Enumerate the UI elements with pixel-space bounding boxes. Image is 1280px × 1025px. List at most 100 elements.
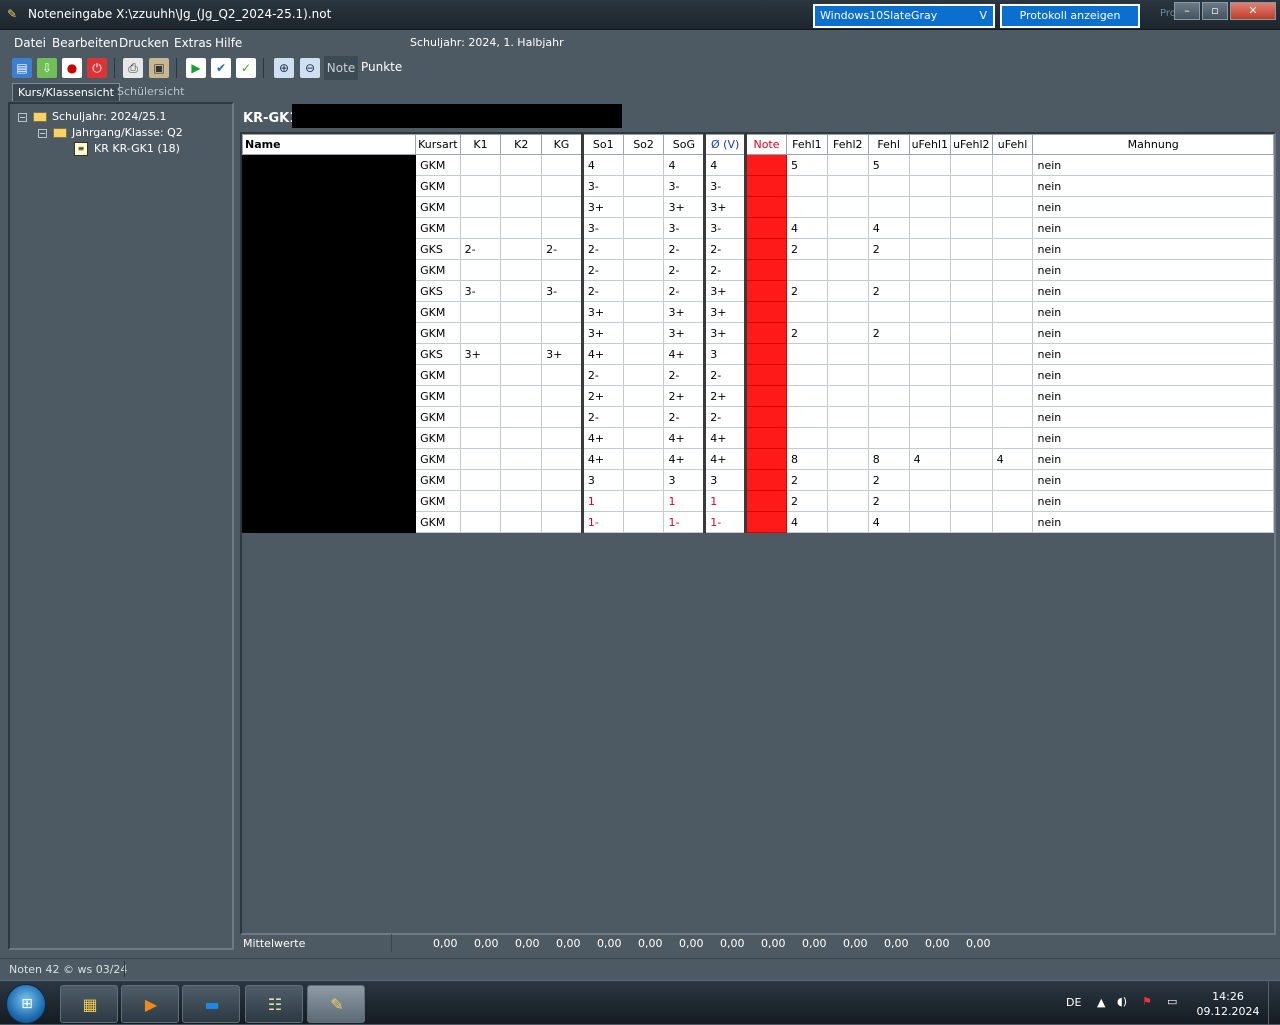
grade-cell[interactable] [826,196,869,218]
grade-cell[interactable] [908,511,952,533]
grade-cell[interactable] [622,259,665,281]
grade-cell[interactable] [500,385,543,407]
grade-cell[interactable] [744,427,787,449]
grade-cell[interactable]: nein [1032,385,1274,407]
grade-cell[interactable]: 2 [785,469,828,491]
grade-cell[interactable] [622,469,665,491]
grade-cell[interactable] [950,511,993,533]
grade-cell[interactable] [991,511,1034,533]
grade-cell[interactable]: GKM [415,427,461,449]
grade-cell[interactable] [950,217,993,239]
grade-cell[interactable]: 4 [663,154,706,176]
grade-cell[interactable]: 3- [703,217,747,239]
grade-cell[interactable] [950,385,993,407]
grade-cell[interactable] [867,301,910,323]
grade-cell[interactable]: 2+ [663,385,706,407]
grade-cell[interactable] [459,406,502,428]
grade-cell[interactable]: 3+ [580,196,624,218]
grade-cell[interactable] [950,490,993,512]
taskbar-spreadsheet[interactable]: ☷ [245,985,303,1023]
grade-cell[interactable] [744,196,787,218]
print-preview-icon[interactable]: ▣ [149,58,169,78]
grade-cell[interactable] [541,175,583,197]
grade-cell[interactable] [991,364,1034,386]
grade-cell[interactable]: 3+ [703,196,747,218]
grade-cell[interactable] [500,175,543,197]
column-header[interactable]: uFehl2 [950,134,993,155]
grade-cell[interactable] [541,217,583,239]
check-blue-icon[interactable]: ✔ [211,58,231,78]
grade-cell[interactable] [826,406,869,428]
grade-cell[interactable] [500,196,543,218]
grade-cell[interactable]: 1- [703,511,747,533]
grade-cell[interactable] [826,154,869,176]
grade-cell[interactable] [744,259,787,281]
grade-cell[interactable] [541,427,583,449]
grade-cell[interactable]: GKM [415,364,461,386]
column-header[interactable]: K2 [500,134,543,155]
grade-cell[interactable] [991,301,1034,323]
column-header[interactable]: Kursart [415,134,461,155]
grade-cell[interactable] [785,427,828,449]
grade-cell[interactable] [991,280,1034,302]
grade-cell[interactable] [908,406,952,428]
taskbar-terminal[interactable]: ▬ [182,985,240,1023]
grade-cell[interactable] [622,490,665,512]
grade-cell[interactable] [950,301,993,323]
play-icon[interactable]: ▶ [186,58,206,78]
grade-cell[interactable]: 4+ [663,427,706,449]
column-header[interactable]: Ø (V) [703,134,747,155]
grade-cell[interactable]: 2- [703,406,747,428]
grade-cell[interactable] [908,343,952,365]
grade-cell[interactable]: 3+ [703,322,747,344]
column-header[interactable]: K1 [459,134,502,155]
grade-cell[interactable] [908,322,952,344]
grade-cell[interactable] [867,259,910,281]
grade-cell[interactable]: 2- [580,406,624,428]
grade-cell[interactable]: nein [1032,175,1274,197]
grade-cell[interactable]: 3 [703,343,747,365]
grade-cell[interactable] [459,259,502,281]
grade-cell[interactable]: 4 [867,217,910,239]
grade-cell[interactable]: 4 [785,511,828,533]
grade-cell[interactable] [622,175,665,197]
grade-cell[interactable] [459,364,502,386]
grade-cell[interactable] [785,301,828,323]
column-header[interactable]: So2 [622,134,665,155]
grade-cell[interactable] [826,301,869,323]
grade-cell[interactable]: nein [1032,154,1274,176]
grade-cell[interactable] [991,427,1034,449]
grade-cell[interactable]: nein [1032,196,1274,218]
grade-cell[interactable] [950,175,993,197]
grade-cell[interactable]: GKM [415,511,461,533]
grade-cell[interactable]: GKM [415,385,461,407]
grade-cell[interactable]: 4+ [703,448,747,470]
grade-cell[interactable] [826,385,869,407]
grade-cell[interactable] [459,322,502,344]
grade-cell[interactable] [867,385,910,407]
grade-cell[interactable]: 2 [785,238,828,260]
grade-cell[interactable]: 4+ [703,427,747,449]
tab-schuelersicht[interactable]: Schülersicht [112,83,189,101]
grade-cell[interactable] [950,448,993,470]
collapse-icon[interactable]: − [38,128,47,138]
grade-cell[interactable] [991,406,1034,428]
grade-cell[interactable]: GKS [415,280,461,302]
grade-cell[interactable] [991,385,1034,407]
grade-cell[interactable] [459,469,502,491]
grade-cell[interactable] [459,196,502,218]
tree-node-course[interactable]: ≡ KR KR-GK1 (18) [74,142,180,156]
menu-datei[interactable]: Datei [14,36,46,50]
grade-cell[interactable] [908,175,952,197]
grade-cell[interactable] [867,196,910,218]
grade-cell[interactable] [826,469,869,491]
grade-cell[interactable] [991,217,1034,239]
grade-cell[interactable] [991,154,1034,176]
grade-cell[interactable]: 3 [580,469,624,491]
grade-cell[interactable]: 4 [867,511,910,533]
taskbar-noten-app[interactable]: ✎ [307,985,365,1023]
grade-cell[interactable]: GKM [415,406,461,428]
grade-cell[interactable] [500,217,543,239]
grade-cell[interactable]: GKM [415,175,461,197]
save-icon[interactable]: ▤ [12,58,32,78]
